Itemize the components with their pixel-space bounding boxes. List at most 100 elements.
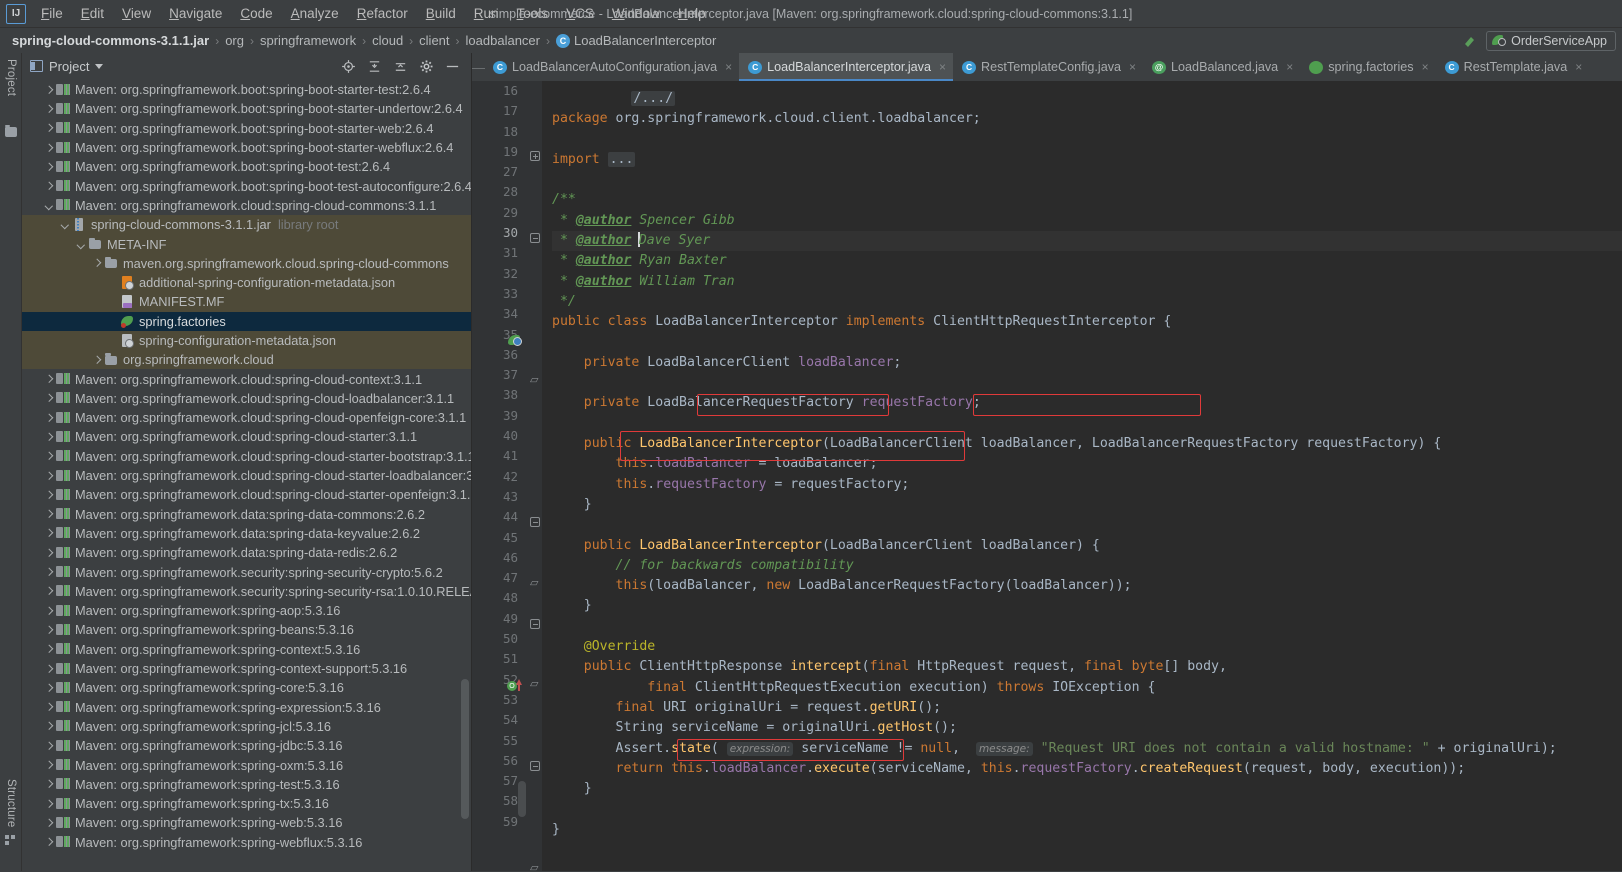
code-editor[interactable]: 16 17 18 19 27 28 29 30 31 32 33 34 35 36 37 38 39 40 41 42… xyxy=(472,81,1622,871)
code-line[interactable]: } xyxy=(552,495,1622,515)
settings-gear-icon[interactable] xyxy=(419,59,434,74)
tree-toggle-collapsed-icon[interactable] xyxy=(44,606,53,615)
tree-node[interactable]: Maven: org.springframework.boot:spring-b… xyxy=(22,80,471,99)
breadcrumb-item-client[interactable]: client xyxy=(419,33,449,48)
code-line[interactable] xyxy=(552,617,1622,637)
tree-toggle-collapsed-icon[interactable] xyxy=(44,85,53,94)
tree-node[interactable]: spring-cloud-commons-3.1.1.jar library ro… xyxy=(22,215,471,235)
tree-toggle-collapsed-icon[interactable] xyxy=(44,104,53,113)
tree-node[interactable]: Maven: org.springframework.cloud:spring-… xyxy=(22,196,471,215)
code-line[interactable]: private LoadBalancerRequestFactory reque… xyxy=(552,393,1622,413)
code-line[interactable] xyxy=(552,89,1622,109)
close-icon[interactable]: × xyxy=(1129,60,1136,74)
tree-node[interactable]: Maven: org.springframework.cloud:spring-… xyxy=(22,389,471,408)
editor-tab-resttemplate-java[interactable]: C RestTemplate.java × xyxy=(1436,53,1590,81)
code-text[interactable]: /.../ package org.springframework.cloud.… xyxy=(542,81,1622,871)
code-line[interactable]: this(loadBalancer, new LoadBalancerReque… xyxy=(552,576,1622,596)
code-line[interactable]: final URI originalUri = request.getURI()… xyxy=(552,698,1622,718)
breadcrumb-item-org[interactable]: org xyxy=(225,33,244,48)
menu-file[interactable]: File xyxy=(32,3,72,24)
fold-collapse-method-icon[interactable] xyxy=(530,761,540,771)
tree-node[interactable]: Maven: org.springframework:spring-jdbc:5… xyxy=(22,736,471,755)
tree-node[interactable]: additional-spring-configuration-metadata… xyxy=(22,272,471,293)
code-line[interactable]: package org.springframework.cloud.client… xyxy=(552,109,1622,129)
close-icon[interactable]: × xyxy=(1286,60,1293,74)
editor-tab-loadbalancerinterceptor-java[interactable]: C LoadBalancerInterceptor.java × xyxy=(739,53,954,81)
tree-toggle-collapsed-icon[interactable] xyxy=(44,510,53,519)
code-line[interactable]: return this.loadBalancer.execute(service… xyxy=(552,759,1622,779)
tree-toggle-collapsed-icon[interactable] xyxy=(44,780,53,789)
code-line[interactable] xyxy=(552,170,1622,190)
tree-toggle-expanded-icon[interactable] xyxy=(60,220,69,229)
tree-toggle-collapsed-icon[interactable] xyxy=(44,645,53,654)
tree-node[interactable]: Maven: org.springframework.cloud:spring-… xyxy=(22,427,471,446)
tree-node[interactable]: Maven: org.springframework.data:spring-d… xyxy=(22,524,471,543)
code-line[interactable]: String serviceName = originalUri.getHost… xyxy=(552,718,1622,738)
tree-node[interactable]: Maven: org.springframework:spring-tx:5.3… xyxy=(22,794,471,813)
project-tree-scrollbar[interactable] xyxy=(461,679,469,819)
tree-toggle-collapsed-icon[interactable] xyxy=(44,143,53,152)
fold-collapse-javadoc-icon[interactable] xyxy=(530,233,540,243)
tree-node[interactable]: Maven: org.springframework.cloud:spring-… xyxy=(22,447,471,466)
menu-analyze[interactable]: Analyze xyxy=(282,3,348,24)
tree-node[interactable]: Maven: org.springframework.data:spring-d… xyxy=(22,505,471,524)
breadcrumb-item-spring-cloud-commons-3-1-1-jar[interactable]: spring-cloud-commons-3.1.1.jar xyxy=(12,33,209,48)
code-line[interactable]: Assert.state( expression: serviceName !=… xyxy=(552,739,1622,759)
tree-node[interactable]: Maven: org.springframework.boot:spring-b… xyxy=(22,99,471,118)
locate-icon[interactable] xyxy=(341,59,356,74)
code-folding-column[interactable]: ▱ ▱ ▱ ▱ xyxy=(528,81,542,871)
code-line[interactable]: /** xyxy=(552,190,1622,210)
tree-toggle-collapsed-icon[interactable] xyxy=(44,838,53,847)
editor-tab-loadbalancerautoconfiguration-java[interactable]: C LoadBalancerAutoConfiguration.java × xyxy=(484,53,739,81)
code-line[interactable]: */ xyxy=(552,292,1622,312)
code-line[interactable]: } xyxy=(552,820,1622,840)
tool-window-button-project[interactable]: Project xyxy=(5,59,17,96)
collapse-all-icon[interactable] xyxy=(393,59,408,74)
fold-collapse-constructor-icon[interactable] xyxy=(530,517,540,527)
code-line[interactable] xyxy=(552,414,1622,434)
tool-window-button-structure[interactable]: Structure xyxy=(5,779,17,827)
tree-node[interactable]: Maven: org.springframework:spring-contex… xyxy=(22,640,471,659)
collapsed-imports-icon[interactable]: ... xyxy=(607,151,636,167)
tree-toggle-collapsed-icon[interactable] xyxy=(44,162,53,171)
tree-toggle-collapsed-icon[interactable] xyxy=(44,375,53,384)
code-line[interactable]: * @author Spencer Gibb xyxy=(552,211,1622,231)
chevron-down-icon[interactable] xyxy=(95,63,104,69)
tree-node[interactable]: spring.factories xyxy=(22,311,471,331)
tree-node[interactable]: Maven: org.springframework.cloud:spring-… xyxy=(22,466,471,485)
code-line[interactable] xyxy=(552,130,1622,150)
tree-toggle-collapsed-icon[interactable] xyxy=(44,799,53,808)
tree-node[interactable]: maven.org.springframework.cloud.spring-c… xyxy=(22,253,471,273)
code-line[interactable] xyxy=(552,373,1622,393)
tree-node[interactable]: Maven: org.springframework:spring-contex… xyxy=(22,659,471,678)
tree-toggle-collapsed-icon[interactable] xyxy=(44,664,53,673)
tree-toggle-collapsed-icon[interactable] xyxy=(44,548,53,557)
hide-panel-icon[interactable] xyxy=(445,59,460,74)
tree-node[interactable]: org.springframework.cloud xyxy=(22,350,471,370)
breadcrumb-item-springframework[interactable]: springframework xyxy=(260,33,356,48)
tree-node[interactable]: spring-configuration-metadata.json xyxy=(22,330,471,351)
code-line[interactable]: // for backwards compatibility xyxy=(552,556,1622,576)
tree-node[interactable]: Maven: org.springframework:spring-beans:… xyxy=(22,620,471,639)
tree-node[interactable]: Maven: org.springframework:spring-jcl:5.… xyxy=(22,717,471,736)
tree-toggle-expanded-icon[interactable] xyxy=(76,240,85,249)
tree-node[interactable]: Maven: org.springframework.security:spri… xyxy=(22,582,471,601)
tree-node[interactable]: Maven: org.springframework:spring-test:5… xyxy=(22,775,471,794)
tree-toggle-collapsed-icon[interactable] xyxy=(44,683,53,692)
code-line[interactable]: public LoadBalancerInterceptor(LoadBalan… xyxy=(552,536,1622,556)
tree-node[interactable]: Maven: org.springframework.cloud:spring-… xyxy=(22,485,471,504)
tree-toggle-collapsed-icon[interactable] xyxy=(92,259,101,268)
tree-toggle-collapsed-icon[interactable] xyxy=(44,703,53,712)
tree-node[interactable]: Maven: org.springframework:spring-aop:5.… xyxy=(22,601,471,620)
code-line[interactable]: } xyxy=(552,779,1622,799)
editor-tab-resttemplateconfig-java[interactable]: C RestTemplateConfig.java × xyxy=(953,53,1143,81)
menu-view[interactable]: View xyxy=(113,3,160,24)
fold-collapse-constructor2-icon[interactable] xyxy=(530,619,540,629)
tree-node[interactable]: Maven: org.springframework:spring-web:5.… xyxy=(22,813,471,832)
breadcrumb-item-cloud[interactable]: cloud xyxy=(372,33,403,48)
breadcrumb-item-loadbalancerinterceptor[interactable]: C LoadBalancerInterceptor xyxy=(555,33,716,48)
code-line[interactable]: public class LoadBalancerInterceptor imp… xyxy=(552,312,1622,332)
run-configuration-selector[interactable]: OrderServiceApp xyxy=(1486,30,1616,51)
tree-node[interactable]: Maven: org.springframework.security:spri… xyxy=(22,562,471,581)
code-line[interactable]: public LoadBalancerInterceptor(LoadBalan… xyxy=(552,434,1622,454)
